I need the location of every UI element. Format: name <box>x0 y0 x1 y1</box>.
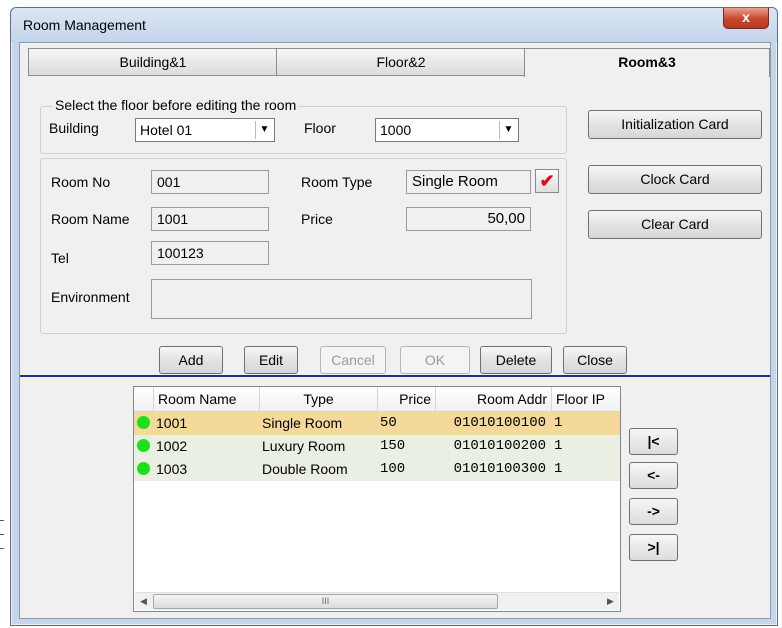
cell-room-name: 1001 <box>156 415 188 431</box>
cell-room-addr: 01010100200 <box>453 438 546 454</box>
initialization-card-button[interactable]: Initialization Card <box>588 110 762 139</box>
rooms-grid[interactable]: Room Name Type Price Room Addr Floor IP … <box>133 386 621 612</box>
tab-building[interactable]: Building&1 <box>28 48 278 76</box>
window-title: Room Management <box>23 17 146 33</box>
cell-floor-ip: 1 <box>554 415 563 431</box>
room-name-field[interactable]: 1001 <box>151 207 269 231</box>
horizontal-scrollbar[interactable]: ◀ III ▶ <box>135 592 619 610</box>
floor-select[interactable]: 1000 ▼ <box>375 118 519 142</box>
grid-header-indicator <box>134 387 154 411</box>
status-dot-icon <box>137 416 150 429</box>
tab-floor[interactable]: Floor&2 <box>276 48 526 76</box>
cell-room-name: 1002 <box>156 438 188 454</box>
cell-room-addr: 01010100300 <box>453 461 546 477</box>
room-type-label: Room Type <box>301 174 373 190</box>
room-name-label: Room Name <box>51 211 130 227</box>
cell-type: Luxury Room <box>262 438 346 454</box>
clock-card-button[interactable]: Clock Card <box>588 165 762 194</box>
delete-button[interactable]: Delete <box>480 346 552 374</box>
cell-room-addr: 01010100100 <box>453 415 546 431</box>
floor-select-group: Select the floor before editing the room… <box>40 97 567 154</box>
column-header-type[interactable]: Type <box>260 387 378 411</box>
edit-button[interactable]: Edit <box>244 346 298 374</box>
environment-field[interactable] <box>151 279 532 319</box>
cancel-button[interactable]: Cancel <box>320 346 386 374</box>
column-header-room-name[interactable]: Room Name <box>154 387 260 411</box>
add-button[interactable]: Add <box>159 346 223 374</box>
column-header-price[interactable]: Price <box>378 387 436 411</box>
client-area: Building&1 Floor&2 Room&3 Select the flo… <box>19 42 771 619</box>
environment-label: Environment <box>51 289 130 305</box>
table-row[interactable]: 1001 Single Room 50 01010100100 1 <box>134 412 620 435</box>
last-record-button[interactable]: >| <box>629 534 678 561</box>
ok-button[interactable]: OK <box>400 346 470 374</box>
cell-room-name: 1003 <box>156 461 188 477</box>
scrollbar-thumb[interactable]: III <box>153 594 498 609</box>
floor-label: Floor <box>304 120 336 136</box>
scroll-left-icon[interactable]: ◀ <box>135 593 152 610</box>
cell-price: 150 <box>380 438 406 454</box>
price-label: Price <box>301 211 333 227</box>
building-select[interactable]: Hotel 01 ▼ <box>135 118 275 142</box>
chevron-down-icon[interactable]: ▼ <box>255 121 273 139</box>
close-window-button[interactable]: x <box>723 8 769 29</box>
status-dot-icon <box>137 462 150 475</box>
room-type-select-button[interactable]: ✔ <box>535 169 559 193</box>
cell-price: 100 <box>380 461 406 477</box>
column-header-room-addr[interactable]: Room Addr <box>436 387 552 411</box>
building-value: Hotel 01 <box>140 122 193 138</box>
room-no-label: Room No <box>51 174 111 190</box>
clear-card-button[interactable]: Clear Card <box>588 210 762 239</box>
floor-value: 1000 <box>380 122 412 138</box>
tab-strip: Building&1 Floor&2 Room&3 <box>28 48 770 77</box>
first-record-button[interactable]: |< <box>629 428 678 455</box>
previous-record-button[interactable]: <- <box>629 462 678 489</box>
chevron-down-icon[interactable]: ▼ <box>499 121 517 139</box>
title-bar[interactable]: Room Management x <box>11 8 777 42</box>
building-label: Building <box>49 120 99 136</box>
background-edge-marks <box>0 520 6 610</box>
price-field[interactable]: 50,00 <box>406 207 531 231</box>
room-type-field[interactable]: Single Room <box>406 170 531 194</box>
tel-field[interactable]: 100123 <box>151 241 269 265</box>
cell-type: Single Room <box>262 415 343 431</box>
separator-line <box>20 375 770 377</box>
tel-label: Tel <box>51 250 69 266</box>
next-record-button[interactable]: -> <box>629 498 678 525</box>
scroll-right-icon[interactable]: ▶ <box>602 593 619 610</box>
cell-type: Double Room <box>262 461 348 477</box>
room-details-group: Room No 001 Room Type Single Room ✔ Room… <box>40 158 567 334</box>
checkmark-icon: ✔ <box>539 171 555 191</box>
cell-floor-ip: 1 <box>554 438 563 454</box>
close-button[interactable]: Close <box>563 346 627 374</box>
table-row[interactable]: 1003 Double Room 100 01010100300 1 <box>134 458 620 481</box>
column-header-floor-ip[interactable]: Floor IP <box>552 387 620 411</box>
status-dot-icon <box>137 439 150 452</box>
room-no-field[interactable]: 001 <box>151 170 269 194</box>
cell-floor-ip: 1 <box>554 461 563 477</box>
cell-price: 50 <box>380 415 397 431</box>
grid-header: Room Name Type Price Room Addr Floor IP <box>134 387 620 412</box>
table-row[interactable]: 1002 Luxury Room 150 01010100200 1 <box>134 435 620 458</box>
tab-room[interactable]: Room&3 <box>524 48 770 77</box>
room-management-window: Room Management x Building&1 Floor&2 Roo… <box>10 7 778 626</box>
floor-select-legend: Select the floor before editing the room <box>53 97 299 113</box>
